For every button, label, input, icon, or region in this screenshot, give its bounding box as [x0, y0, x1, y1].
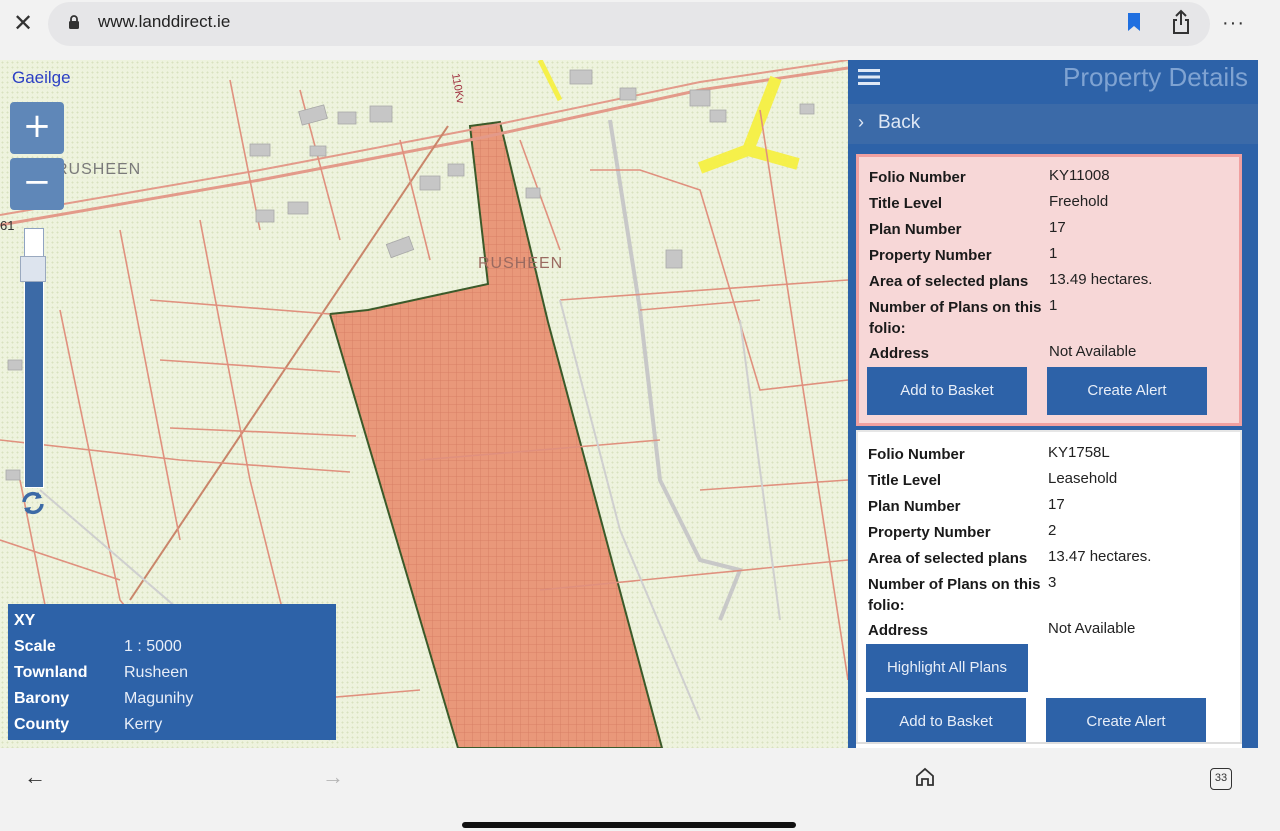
tabs-count-button[interactable]: 33 [1210, 768, 1232, 790]
create-alert-button[interactable]: Create Alert [1046, 698, 1206, 746]
townland-label: RUSHEEN [478, 255, 563, 272]
field-label: Plan Number [868, 498, 961, 515]
info-key: Scale [14, 638, 56, 655]
add-to-basket-button[interactable]: Add to Basket [867, 367, 1027, 415]
url-text[interactable]: www.landdirect.ie [98, 12, 230, 32]
zoom-out-button[interactable]: − [10, 158, 64, 210]
map-info-box: XY Scale 1 : 5000 Townland Rusheen Baron… [8, 604, 336, 740]
info-value: 1 : 5000 [124, 638, 182, 655]
menu-icon[interactable] [858, 68, 880, 86]
create-alert-button[interactable]: Create Alert [1047, 367, 1207, 415]
field-label: Area of selected plans [868, 550, 1028, 567]
add-to-basket-button[interactable]: Add to Basket [866, 698, 1026, 746]
power-line-label: 110Kv [449, 72, 466, 104]
language-link[interactable]: Gaeilge [12, 68, 71, 88]
panel-header: Property Details [848, 60, 1258, 100]
field-label: Property Number [868, 524, 991, 541]
title-level-value: Leasehold [1048, 470, 1118, 487]
field-label: Number of Plans on this folio: [869, 299, 1042, 337]
field-label: Folio Number [869, 169, 966, 186]
area-value: 13.47 hectares. [1048, 548, 1152, 565]
plan-number-value: 17 [1049, 219, 1066, 236]
back-button[interactable]: › Back [848, 104, 1258, 144]
browser-bottom-bar: ← → 33 [0, 748, 1280, 831]
field-label: Property Number [869, 247, 992, 264]
property-details-panel: Property Details › Back Folio Number KY1… [848, 60, 1258, 748]
field-label: Folio Number [868, 446, 965, 463]
selected-parcel [328, 120, 664, 748]
plans-count-value: 3 [1048, 574, 1057, 591]
zoom-in-button[interactable]: + [10, 102, 64, 154]
zoom-slider-top [24, 228, 44, 258]
panel-title: Property Details [1063, 62, 1248, 92]
zoom-slider-handle[interactable] [20, 256, 46, 282]
field-label: Number of Plans on this folio: [868, 576, 1041, 614]
info-key: County [14, 716, 70, 733]
property-number-value: 2 [1048, 522, 1057, 539]
townland-label: RUSHEEN [56, 161, 141, 178]
refresh-icon[interactable] [18, 488, 48, 518]
info-key: Barony [14, 690, 70, 707]
info-xy-label: XY [14, 612, 36, 629]
forward-arrow-icon[interactable]: → [322, 764, 344, 790]
field-label: Area of selected plans [869, 273, 1029, 290]
home-indicator [462, 822, 796, 828]
info-value: Kerry [124, 716, 163, 733]
lock-icon [69, 15, 79, 29]
folio-number-value: KY1758L [1048, 444, 1110, 461]
share-icon[interactable] [1170, 9, 1192, 35]
info-value: Magunihy [124, 690, 194, 707]
highlight-all-plans-button[interactable]: Highlight All Plans [866, 644, 1028, 692]
address-value: Not Available [1049, 343, 1137, 360]
property-number-value: 1 [1049, 245, 1058, 262]
back-arrow-icon[interactable]: ← [24, 764, 46, 790]
result-card[interactable]: Folio Number KY11008 Title Level Freehol… [856, 154, 1242, 426]
folio-number-value: KY11008 [1049, 167, 1110, 184]
back-label: Back [878, 112, 921, 133]
field-label: Title Level [869, 195, 943, 212]
field-label: Address [868, 622, 929, 639]
close-icon[interactable]: ✕ [12, 10, 34, 36]
bookmark-icon[interactable] [1126, 12, 1142, 32]
result-card[interactable]: Folio Number KY1758L Title Level Leaseho… [856, 430, 1242, 746]
browser-toolbar: ✕ www.landdirect.ie ··· [0, 0, 1280, 50]
field-label: Plan Number [869, 221, 962, 238]
title-level-value: Freehold [1049, 193, 1109, 210]
edge-number-label: 61 [0, 218, 14, 233]
chevron-right-icon: › [858, 112, 864, 132]
area-value: 13.49 hectares. [1049, 271, 1153, 288]
field-label: Title Level [868, 472, 942, 489]
plans-count-value: 1 [1049, 297, 1058, 314]
address-value: Not Available [1048, 620, 1136, 637]
home-icon[interactable] [914, 766, 936, 788]
info-key: Townland [14, 664, 88, 681]
more-options-icon[interactable]: ··· [1222, 12, 1245, 35]
field-label: Address [869, 345, 930, 362]
plan-number-value: 17 [1048, 496, 1065, 513]
info-value: Rusheen [124, 664, 189, 681]
